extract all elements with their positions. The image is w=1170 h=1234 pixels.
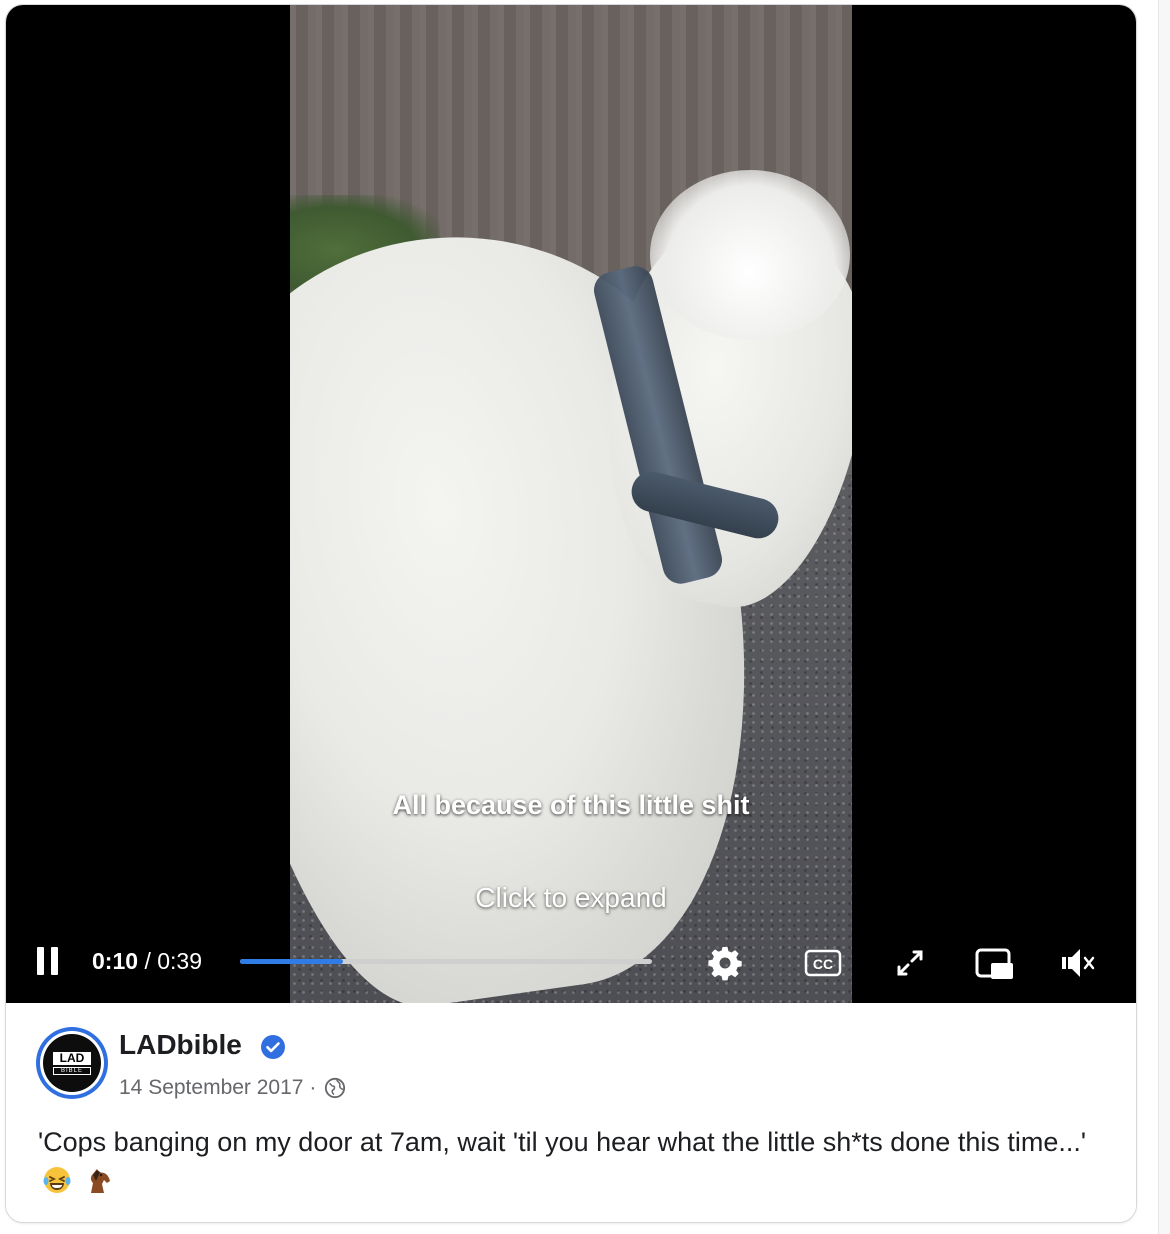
progress-fill (240, 959, 343, 964)
post-date[interactable]: 14 September 2017 (119, 1076, 303, 1099)
picture-in-picture-icon[interactable] (974, 943, 1014, 983)
post-caption: 'Cops banging on my door at 7am, wait 't… (38, 1123, 1108, 1199)
cc-label: CC (813, 956, 833, 972)
page-name-link[interactable]: LADbible (119, 1029, 242, 1061)
video-pony-mane (650, 170, 850, 340)
caption-text: 'Cops banging on my door at 7am, wait 't… (38, 1127, 1087, 1157)
verified-badge-icon (261, 1035, 285, 1059)
laughing-tears-emoji (43, 1167, 71, 1193)
logo-bible: BIBLE (53, 1067, 91, 1075)
video-post-card: All because of this little shit Click to… (5, 4, 1137, 1223)
progress-bar[interactable] (240, 959, 652, 964)
video-controls-bar: 0:10 / 0:39 CC (6, 935, 1136, 985)
expand-icon[interactable] (890, 943, 930, 983)
horse-emoji (90, 1169, 110, 1193)
post-details: LAD BIBLE LADbible 14 September 2017 · '… (6, 1003, 1136, 1222)
avatar[interactable]: LAD BIBLE (36, 1027, 108, 1099)
globe-icon[interactable] (324, 1077, 346, 1099)
page-scrollbar[interactable] (1158, 0, 1170, 1234)
gear-icon[interactable] (705, 943, 745, 983)
post-meta: 14 September 2017 · (119, 1076, 346, 1100)
ladbible-logo: LAD BIBLE (43, 1034, 101, 1092)
video-frame[interactable] (290, 5, 852, 1003)
meta-dot: · (309, 1076, 317, 1099)
muted-speaker-icon[interactable] (1058, 943, 1098, 983)
video-subtitle: All because of this little shit (392, 790, 750, 820)
closed-captions-button[interactable]: CC (803, 943, 843, 983)
video-player[interactable]: All because of this little shit Click to… (6, 5, 1136, 1003)
time-separator: / (144, 948, 151, 974)
logo-lad: LAD (53, 1052, 91, 1065)
current-time: 0:10 (92, 948, 139, 974)
click-to-expand-hint[interactable]: Click to expand (290, 882, 852, 914)
avatar-ring: LAD BIBLE (40, 1031, 104, 1095)
video-time: 0:10 / 0:39 (92, 948, 202, 975)
duration: 0:39 (157, 948, 202, 974)
pause-icon[interactable] (37, 947, 59, 975)
